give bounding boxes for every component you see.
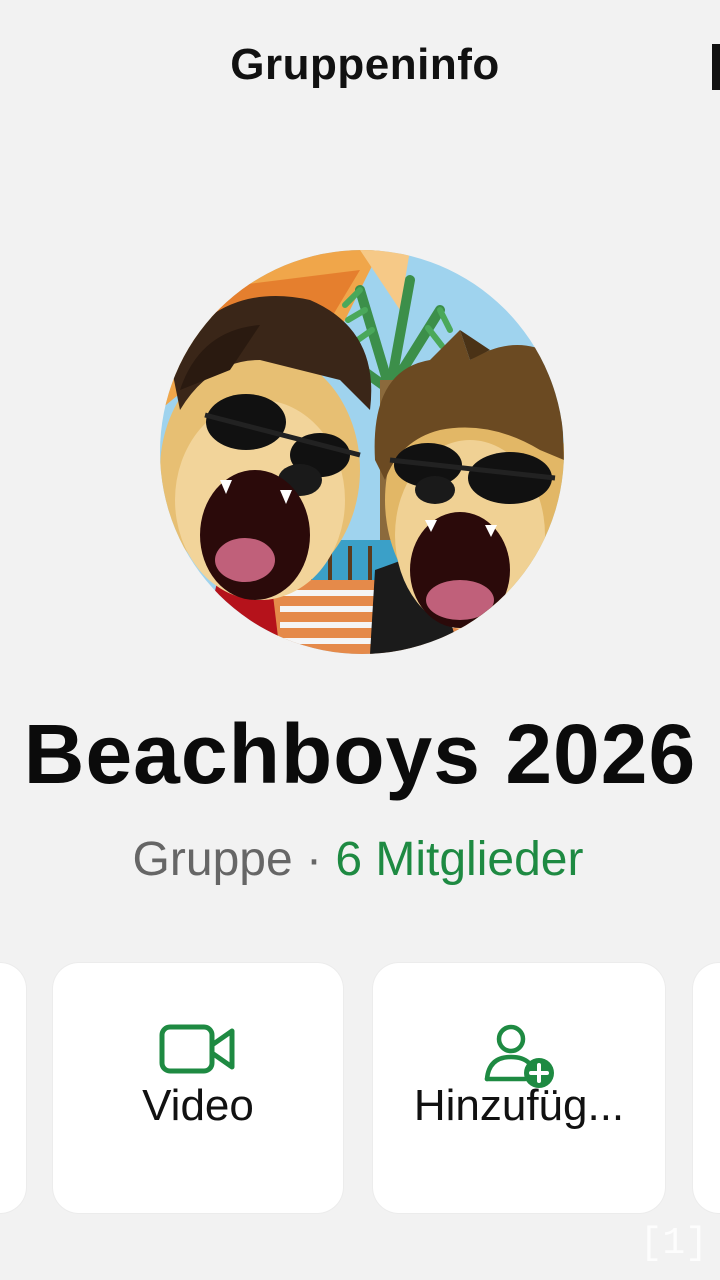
- members-count-link[interactable]: 6 Mitglieder: [335, 833, 583, 886]
- group-subtitle: Gruppe · 6 Mitglieder: [0, 832, 716, 887]
- action-card-partial-right[interactable]: [693, 963, 720, 1213]
- group-name: Beachboys 2026: [23, 707, 697, 801]
- group-avatar[interactable]: [160, 250, 564, 654]
- add-button-label: Hinzufüg...: [413, 1081, 625, 1130]
- add-member-button[interactable]: Hinzufüg...: [373, 963, 665, 1213]
- watermark-label: [1]: [639, 1222, 708, 1265]
- group-avatar-image: [160, 250, 564, 654]
- page-title: Gruppeninfo: [230, 40, 500, 89]
- nav-edge-button[interactable]: [712, 44, 720, 90]
- subtitle-separator: ·: [306, 833, 322, 886]
- group-type-label: Gruppe: [132, 833, 293, 886]
- video-call-button[interactable]: Video: [53, 963, 343, 1213]
- video-button-label: Video: [142, 1081, 254, 1130]
- video-camera-icon: [53, 1021, 343, 1082]
- action-card-partial-left[interactable]: [0, 963, 26, 1213]
